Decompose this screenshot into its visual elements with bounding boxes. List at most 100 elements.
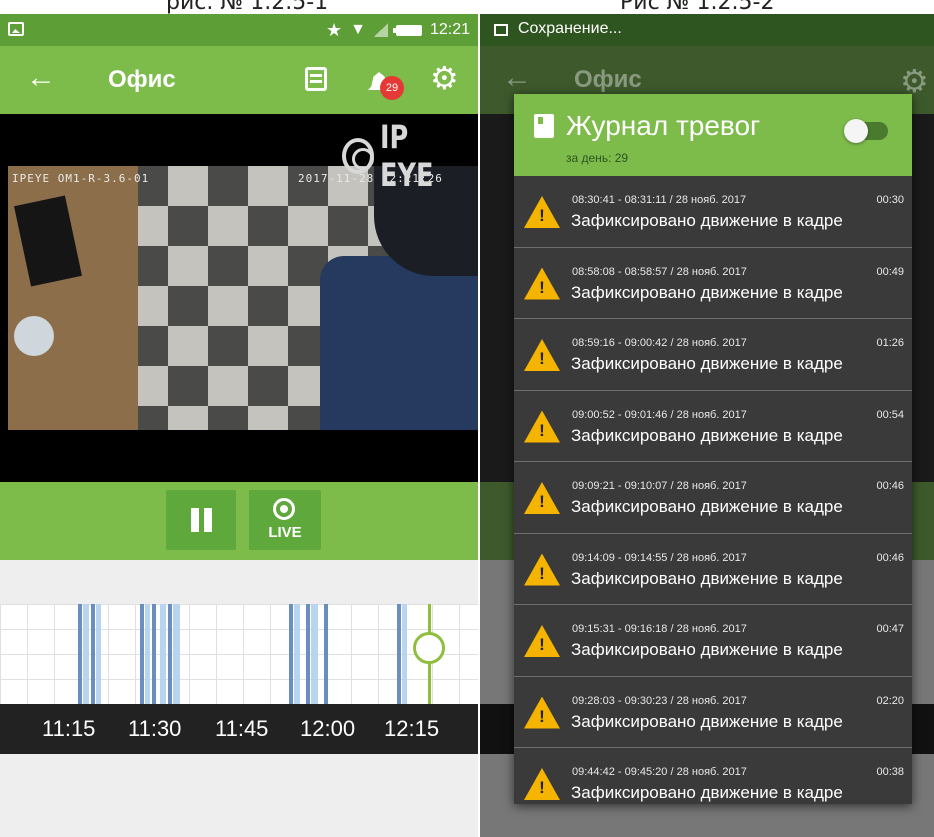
status-bar: ★ ▼ 12:21 <box>0 14 478 46</box>
page-title: Офис <box>108 66 176 93</box>
journal-title: Журнал тревог <box>566 110 761 141</box>
left-screen: ★ ▼ 12:21 ← Офис 29 ⚙ IPEYE OM1-R-3.6-01… <box>0 14 478 837</box>
alarm-time-range: 09:09:21 - 09:10:07 / 28 нояб. 2017 <box>572 480 747 492</box>
playback-controls: LIVE <box>0 482 478 560</box>
arrow-back-icon: ← <box>502 61 532 94</box>
alarm-duration: 00:54 <box>876 408 904 421</box>
alarm-time-range: 08:30:41 - 08:31:11 / 28 нояб. 2017 <box>572 194 747 206</box>
pause-button[interactable] <box>166 490 236 550</box>
gallery-icon <box>494 24 508 36</box>
alarm-duration: 01:26 <box>876 337 904 349</box>
alarm-list-item[interactable]: 08:59:16 - 09:00:42 / 28 нояб. 2017 01:2… <box>514 319 912 391</box>
live-label: LIVE <box>268 524 302 541</box>
calendar-icon[interactable] <box>305 67 327 91</box>
figure-caption-left: рис. № 1.2.5-1 <box>166 0 329 15</box>
alarm-journal-dialog: Журнал тревог за день: 29 08:30:41 - 08:… <box>514 94 912 804</box>
event-bar <box>168 604 172 704</box>
signal-icon <box>373 23 388 37</box>
ipeye-watermark: IP EYE <box>342 118 478 194</box>
warning-icon <box>524 696 560 729</box>
alarm-list-item[interactable]: 09:28:03 - 09:30:23 / 28 нояб. 2017 02:2… <box>514 677 912 748</box>
event-bar <box>173 604 180 704</box>
wifi-icon: ▼ <box>350 21 366 38</box>
warning-icon <box>524 339 560 371</box>
journal-book-icon <box>534 114 554 138</box>
event-bar <box>78 604 82 704</box>
alarm-time-range: 09:00:52 - 09:01:46 / 28 нояб. 2017 <box>572 408 747 421</box>
alarm-description: Зафиксировано движение в кадре <box>571 711 843 731</box>
alarm-time-range: 08:59:16 - 09:00:42 / 28 нояб. 2017 <box>572 337 747 349</box>
alarm-description: Зафиксировано движение в кадре <box>571 783 843 802</box>
warning-icon <box>524 410 560 443</box>
event-bar <box>96 604 101 704</box>
status-text: Сохранение... <box>518 20 622 37</box>
event-bar <box>402 604 407 704</box>
page-title: Офис <box>574 66 642 93</box>
alarm-description: Зафиксировано движение в кадре <box>571 211 843 230</box>
warning-icon <box>524 768 560 800</box>
alarm-description: Зафиксировано движение в кадре <box>571 640 843 659</box>
time-tick: 12:15 <box>384 716 440 741</box>
alarm-list-item[interactable]: 09:09:21 - 09:10:07 / 28 нояб. 2017 00:4… <box>514 462 912 534</box>
time-tick: 11:30 <box>128 716 182 741</box>
event-bar <box>152 604 156 704</box>
warning-icon <box>524 625 560 657</box>
alarm-duration: 00:38 <box>876 766 904 778</box>
alarm-list-item[interactable]: 09:00:52 - 09:01:46 / 28 нояб. 2017 00:5… <box>514 391 912 462</box>
alarm-duration: 02:20 <box>876 694 904 707</box>
camera-feed: IPEYE OM1-R-3.6-01 2017-11-28 12:21:26 <box>8 166 478 430</box>
battery-icon <box>392 24 422 36</box>
alarm-count-badge[interactable]: 29 <box>380 76 404 100</box>
figure-caption-right: Рис № 1.2.5-2 <box>620 0 775 15</box>
live-broadcast-icon <box>273 498 295 520</box>
alarm-list-item[interactable]: 09:15:31 - 09:16:18 / 28 нояб. 2017 00:4… <box>514 605 912 677</box>
osd-camera-name: IPEYE OM1-R-3.6-01 <box>12 172 150 185</box>
status-time: 12:21 <box>429 21 470 38</box>
star-icon: ★ <box>325 19 343 40</box>
timeline-cursor-handle[interactable] <box>413 632 445 664</box>
warning-icon <box>524 267 560 300</box>
timeline[interactable] <box>0 604 478 704</box>
alarm-list-item[interactable]: 08:58:08 - 08:58:57 / 28 нояб. 2017 00:4… <box>514 248 912 319</box>
event-bar <box>311 604 318 704</box>
alarm-description: Зафиксировано движение в кадре <box>571 568 843 588</box>
journal-toggle-switch[interactable] <box>844 119 888 143</box>
alarm-time-range: 09:15:31 - 09:16:18 / 28 нояб. 2017 <box>572 623 747 635</box>
time-tick: 11:45 <box>215 716 269 741</box>
event-bar <box>306 604 310 704</box>
live-button[interactable]: LIVE <box>249 490 321 550</box>
alarm-time-range: 09:44:42 - 09:45:20 / 28 нояб. 2017 <box>572 766 747 778</box>
event-bar <box>145 604 150 704</box>
alarm-duration: 00:47 <box>876 623 904 635</box>
event-bar <box>294 604 300 704</box>
alarm-description: Зафиксировано движение в кадре <box>571 425 843 445</box>
ipeye-logo-icon <box>342 138 375 174</box>
event-bar <box>324 604 328 704</box>
right-screen: Сохранение... ← Офис ⚙ Журнал тревог за … <box>480 14 934 837</box>
alarm-duration: 00:46 <box>876 551 904 564</box>
alarm-description: Зафиксировано движение в кадре <box>571 282 843 302</box>
alarm-list-item[interactable]: 09:14:09 - 09:14:55 / 28 нояб. 2017 00:4… <box>514 534 912 605</box>
event-bar <box>91 604 95 704</box>
status-bar: Сохранение... <box>480 14 934 46</box>
alarm-list-item[interactable]: 08:30:41 - 08:31:11 / 28 нояб. 2017 00:3… <box>514 176 912 248</box>
gear-icon[interactable]: ⚙ <box>430 62 459 94</box>
alarm-description: Зафиксировано движение в кадре <box>571 497 843 516</box>
warning-icon <box>524 482 560 514</box>
warning-icon <box>524 553 560 586</box>
warning-icon <box>524 196 560 228</box>
arrow-back-icon[interactable]: ← <box>26 60 56 96</box>
alarm-duration: 00:46 <box>876 480 904 492</box>
video-player[interactable]: IPEYE OM1-R-3.6-01 2017-11-28 12:21:26 I… <box>0 114 478 482</box>
alarm-time-range: 08:58:08 - 08:58:57 / 28 нояб. 2017 <box>572 265 747 278</box>
alarm-list-item[interactable]: 09:44:42 - 09:45:20 / 28 нояб. 2017 00:3… <box>514 748 912 804</box>
app-bar: ← Офис 29 ⚙ <box>0 46 478 114</box>
event-bar <box>83 604 89 704</box>
time-tick: 12:00 <box>300 716 356 741</box>
alarm-description: Зафиксировано движение в кадре <box>571 354 843 373</box>
alarm-duration: 00:30 <box>876 194 904 206</box>
time-axis: 11:15 11:30 11:45 12:00 12:15 <box>0 704 478 754</box>
journal-header: Журнал тревог за день: 29 <box>514 94 912 176</box>
event-bar <box>397 604 401 704</box>
gallery-icon <box>8 22 24 36</box>
